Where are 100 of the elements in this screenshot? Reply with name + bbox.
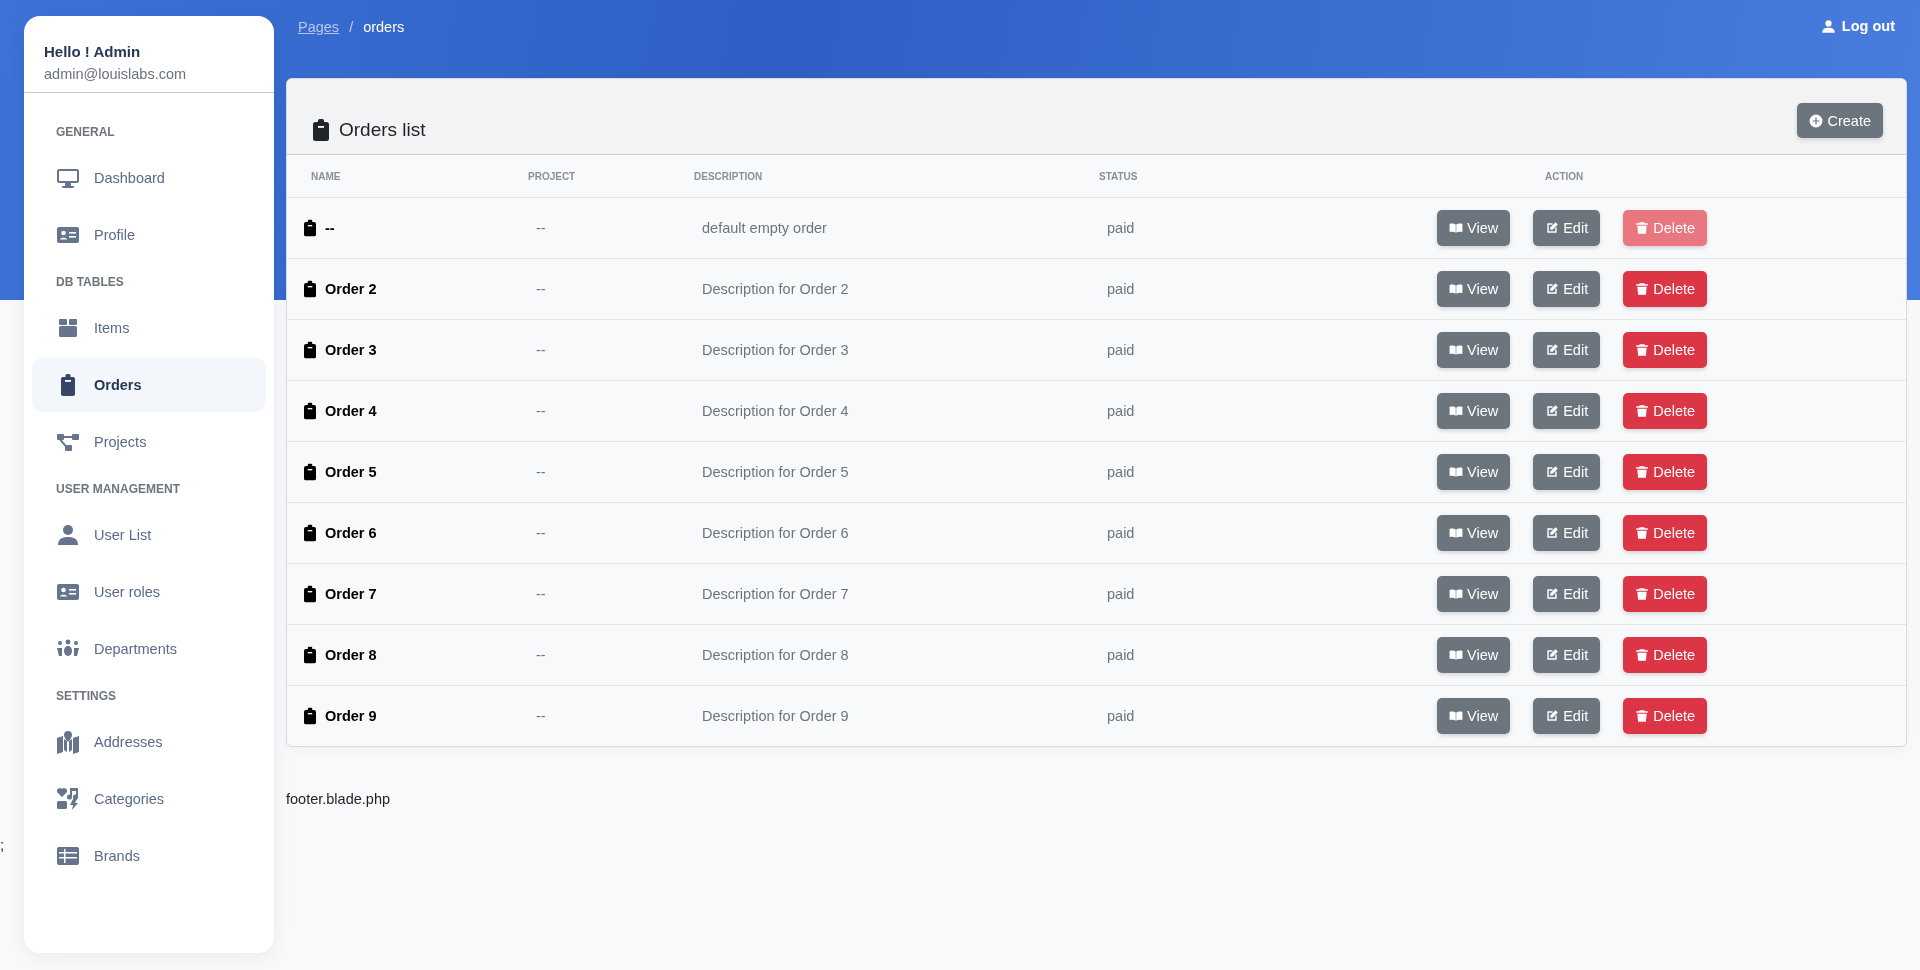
edit-button[interactable]: Edit bbox=[1533, 393, 1601, 429]
trash-icon bbox=[1635, 282, 1650, 296]
sidebar-item[interactable]: Categories bbox=[32, 772, 266, 826]
project-cell: -- bbox=[536, 464, 546, 480]
order-name: Order 7 bbox=[325, 586, 377, 602]
clipboard-icon bbox=[301, 705, 319, 727]
edit-button[interactable]: Edit bbox=[1533, 576, 1601, 612]
view-button[interactable]: View bbox=[1437, 698, 1511, 734]
clipboard-icon bbox=[301, 583, 319, 605]
edit-icon bbox=[1545, 709, 1560, 723]
trash-icon bbox=[1635, 709, 1650, 723]
edit-button[interactable]: Edit bbox=[1533, 698, 1601, 734]
view-button[interactable]: View bbox=[1437, 393, 1511, 429]
sidebar-item[interactable]: Dashboard bbox=[32, 151, 266, 205]
sidebar-item[interactable]: Projects bbox=[32, 415, 266, 469]
column-header: NAME bbox=[311, 170, 341, 182]
status-cell: paid bbox=[1107, 220, 1135, 236]
delete-button[interactable]: Delete bbox=[1623, 637, 1708, 673]
status-cell: paid bbox=[1107, 281, 1135, 297]
description-cell: Description for Order 6 bbox=[702, 525, 849, 541]
delete-button[interactable]: Delete bbox=[1623, 698, 1708, 734]
sidebar-section-heading: SETTINGS bbox=[55, 688, 117, 705]
project-cell: -- bbox=[536, 281, 546, 297]
description-cell: Description for Order 8 bbox=[702, 647, 849, 663]
description-cell: Description for Order 3 bbox=[702, 342, 849, 358]
clipboard-icon bbox=[301, 217, 319, 239]
edit-icon bbox=[1545, 282, 1560, 296]
description-cell: Description for Order 7 bbox=[702, 586, 849, 602]
book-icon bbox=[1449, 221, 1463, 235]
project-cell: -- bbox=[536, 220, 546, 236]
book-icon bbox=[1449, 404, 1463, 418]
column-header: DESCRIPTION bbox=[694, 170, 763, 182]
view-button[interactable]: View bbox=[1437, 271, 1511, 307]
trash-icon bbox=[1635, 343, 1650, 357]
edit-icon bbox=[1545, 526, 1560, 540]
view-button[interactable]: View bbox=[1437, 332, 1511, 368]
breadcrumb-current: orders bbox=[363, 19, 405, 35]
sidebar-item[interactable]: Addresses bbox=[32, 715, 266, 769]
sidebar-section-heading: GENERAL bbox=[55, 124, 116, 141]
create-button[interactable]: Create bbox=[1797, 103, 1883, 138]
project-cell: -- bbox=[536, 525, 546, 541]
status-cell: paid bbox=[1107, 403, 1135, 419]
clipboard-icon bbox=[301, 644, 319, 666]
column-header: PROJECT bbox=[528, 170, 576, 182]
view-button[interactable]: View bbox=[1437, 454, 1511, 490]
trash-icon bbox=[1635, 465, 1650, 479]
view-button[interactable]: View bbox=[1437, 210, 1511, 246]
description-cell: default empty order bbox=[702, 220, 827, 236]
edit-icon bbox=[1545, 587, 1560, 601]
book-icon bbox=[1449, 465, 1463, 479]
column-header: ACTION bbox=[1545, 170, 1584, 182]
delete-button[interactable]: Delete bbox=[1623, 271, 1708, 307]
clipboard-icon bbox=[301, 522, 319, 544]
edit-button[interactable]: Edit bbox=[1533, 515, 1601, 551]
project-cell: -- bbox=[536, 647, 546, 663]
delete-button[interactable]: Delete bbox=[1623, 576, 1708, 612]
order-name: Order 6 bbox=[325, 525, 377, 541]
edit-button[interactable]: Edit bbox=[1533, 454, 1601, 490]
sidebar-item[interactable]: User List bbox=[32, 508, 266, 562]
breadcrumb-link[interactable]: Pages bbox=[298, 19, 340, 35]
sidebar-section-heading: DB TABLES bbox=[55, 274, 125, 291]
status-cell: paid bbox=[1107, 464, 1135, 480]
order-name: Order 3 bbox=[325, 342, 377, 358]
delete-button[interactable]: Delete bbox=[1623, 454, 1708, 490]
view-button[interactable]: View bbox=[1437, 637, 1511, 673]
sidebar-item[interactable]: Departments bbox=[32, 622, 266, 676]
sidebar-item[interactable]: Orders bbox=[32, 358, 266, 412]
edit-button[interactable]: Edit bbox=[1533, 271, 1601, 307]
sidebar-item[interactable]: Profile bbox=[32, 208, 266, 262]
description-cell: Description for Order 2 bbox=[702, 281, 849, 297]
delete-button[interactable]: Delete bbox=[1623, 332, 1708, 368]
stray-text: ; bbox=[0, 836, 5, 853]
delete-button[interactable]: Delete bbox=[1623, 393, 1708, 429]
book-icon bbox=[1449, 282, 1463, 296]
sidebar-item[interactable]: Items bbox=[32, 301, 266, 355]
view-button[interactable]: View bbox=[1437, 576, 1511, 612]
footer-text: footer.blade.php bbox=[286, 791, 391, 807]
status-cell: paid bbox=[1107, 647, 1135, 663]
user-icon bbox=[56, 523, 80, 547]
edit-button[interactable]: Edit bbox=[1533, 332, 1601, 368]
edit-icon bbox=[1545, 465, 1560, 479]
delete-button[interactable]: Delete bbox=[1623, 515, 1708, 551]
trash-icon bbox=[1635, 648, 1650, 662]
clipboard-icon bbox=[301, 461, 319, 483]
card-title: Orders list bbox=[339, 119, 426, 141]
breadcrumb-separator: / bbox=[349, 19, 354, 35]
view-button[interactable]: View bbox=[1437, 515, 1511, 551]
edit-button[interactable]: Edit bbox=[1533, 210, 1601, 246]
book-icon bbox=[1449, 343, 1463, 357]
status-cell: paid bbox=[1107, 342, 1135, 358]
project-cell: -- bbox=[536, 708, 546, 724]
edit-icon bbox=[1545, 221, 1560, 235]
edit-button[interactable]: Edit bbox=[1533, 637, 1601, 673]
sidebar-item[interactable]: User roles bbox=[32, 565, 266, 619]
monitor-icon bbox=[56, 166, 80, 190]
order-name: Order 9 bbox=[325, 708, 377, 724]
status-cell: paid bbox=[1107, 586, 1135, 602]
greeting-text: Hello ! Admin bbox=[44, 43, 142, 60]
sidebar-item[interactable]: Brands bbox=[32, 829, 266, 883]
logout-link[interactable]: Log out bbox=[1820, 18, 1895, 34]
